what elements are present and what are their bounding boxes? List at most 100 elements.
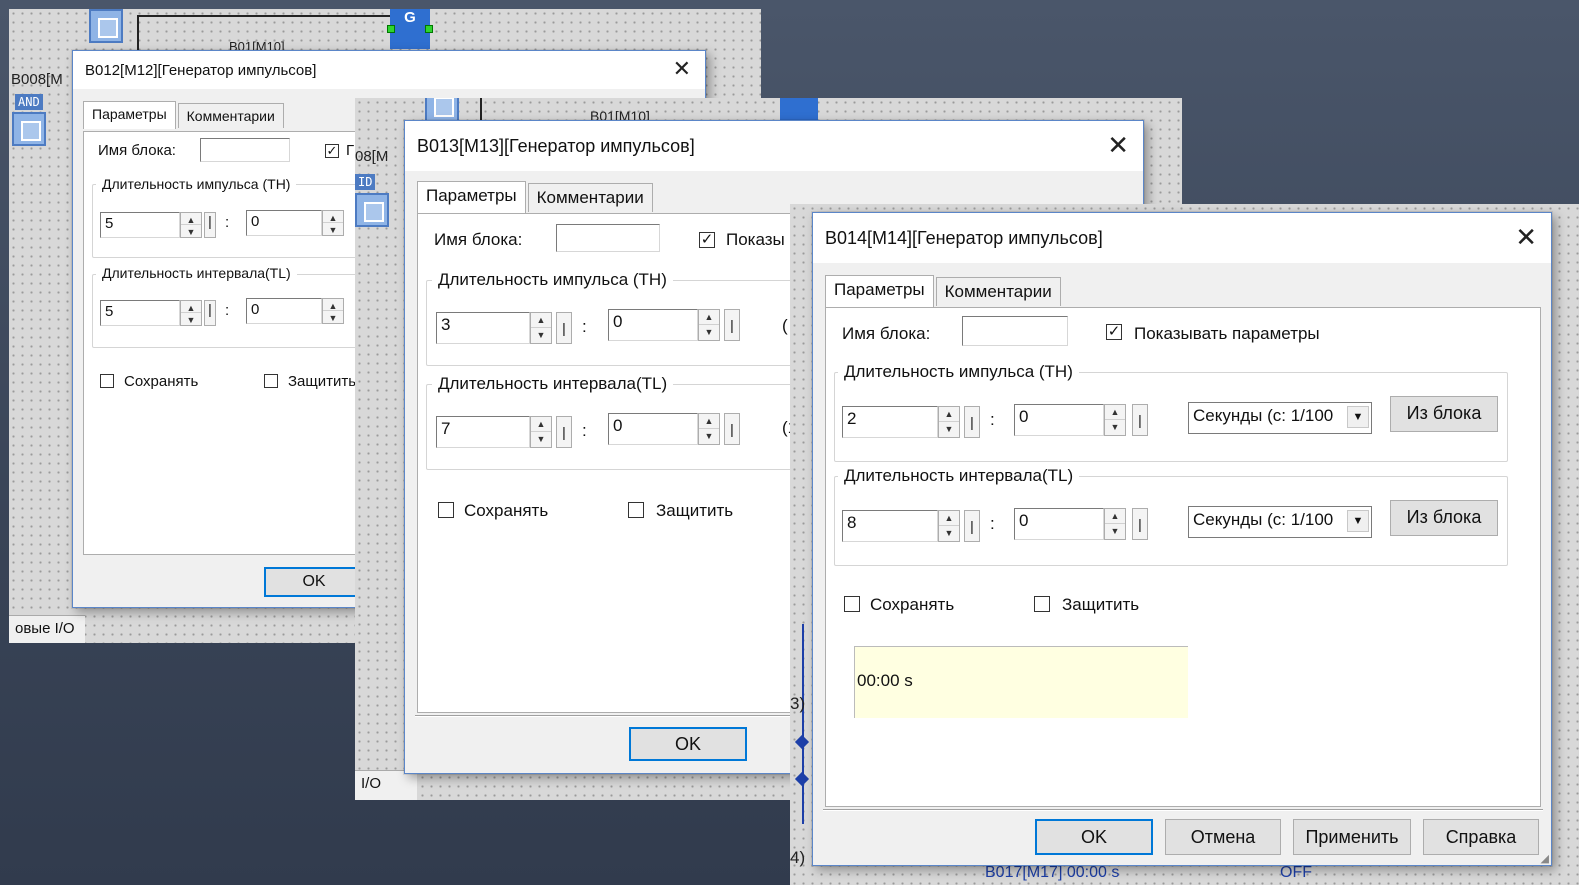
- block-name-input[interactable]: [200, 138, 290, 162]
- tab-parameters[interactable]: Параметры: [417, 181, 526, 213]
- pulse-pipe-button[interactable]: |: [556, 312, 572, 344]
- interval-from-block-button[interactable]: Из блока: [1390, 500, 1498, 536]
- function-block-icon[interactable]: [12, 112, 46, 146]
- interval-value-input[interactable]: 5: [100, 300, 180, 326]
- block-name-label: Имя блока:: [842, 324, 931, 343]
- pulse-fraction-pipe-button[interactable]: |: [724, 309, 740, 341]
- pulse-spinner-icon[interactable]: ▲ ▼: [938, 406, 960, 438]
- cancel-button[interactable]: Отмена: [1165, 819, 1281, 855]
- save-label: Сохранять: [870, 595, 955, 614]
- io-tab[interactable]: I/O: [355, 770, 417, 800]
- interval-fraction-spinner-icon[interactable]: ▲ ▼: [1104, 508, 1126, 540]
- apply-button[interactable]: Применить: [1293, 819, 1411, 855]
- block-name-input[interactable]: [962, 316, 1068, 346]
- dialog-title: B014[M14][Генератор импульсов]: [825, 227, 1103, 248]
- interval-pipe-button[interactable]: |: [204, 300, 216, 326]
- pulse-value-input[interactable]: 3: [436, 312, 530, 344]
- help-button[interactable]: Справка: [1423, 819, 1539, 855]
- protect-label: Защитить: [288, 373, 357, 390]
- interval-unit-value: Секунды (с: 1/100: [1193, 510, 1334, 529]
- dialog-b014[interactable]: B014[M14][Генератор импульсов] ✕ Парамет…: [812, 212, 1552, 866]
- connection-wire: [137, 15, 139, 55]
- save-checkbox[interactable]: [100, 374, 114, 388]
- pulse-fraction-spinner-icon[interactable]: ▲ ▼: [1104, 404, 1126, 436]
- function-block-icon[interactable]: [425, 98, 459, 122]
- chevron-down-icon[interactable]: ▼: [1347, 406, 1369, 428]
- button-separator: [823, 809, 1543, 811]
- show-params-checkbox[interactable]: ✓: [325, 144, 339, 158]
- io-tab[interactable]: овые I/O: [9, 615, 85, 643]
- chevron-down-icon[interactable]: ▼: [1347, 510, 1369, 532]
- interval-value-input[interactable]: 8: [842, 510, 938, 542]
- interval-spinner-icon[interactable]: ▲ ▼: [180, 300, 202, 326]
- pulse-value-input[interactable]: 2: [842, 406, 938, 438]
- pulse-spinner-icon[interactable]: ▲ ▼: [180, 212, 202, 238]
- function-block-icon[interactable]: [355, 193, 389, 227]
- interval-unit-select[interactable]: Секунды (с: 1/100 ▼: [1188, 506, 1372, 538]
- interval-fraction-input[interactable]: 0: [246, 298, 322, 324]
- ok-button[interactable]: OK: [264, 567, 364, 597]
- pulse-value-input[interactable]: 5: [100, 212, 180, 238]
- block-name-label: Имя блока:: [98, 142, 176, 159]
- pulse-from-block-button[interactable]: Из блока: [1390, 396, 1498, 432]
- parameters-panel: Имя блока: ✓ Показывать параметры Длител…: [825, 307, 1541, 807]
- tab-parameters[interactable]: Параметры: [825, 275, 934, 307]
- pulse-spinner-icon[interactable]: ▲ ▼: [530, 312, 552, 344]
- block-id-label: ID: [355, 174, 376, 190]
- close-icon[interactable]: ✕: [1515, 225, 1537, 251]
- interval-pipe-button[interactable]: |: [556, 416, 572, 448]
- protect-checkbox[interactable]: [628, 502, 644, 518]
- interval-pipe-button[interactable]: |: [964, 510, 980, 542]
- ok-button[interactable]: OK: [1035, 819, 1153, 855]
- pulse-unit-select[interactable]: Секунды (с: 1/100 ▼: [1188, 402, 1372, 434]
- title-bar[interactable]: B013[M13][Генератор импульсов] ✕: [405, 121, 1143, 171]
- show-params-checkbox[interactable]: ✓: [1106, 324, 1122, 340]
- selection-handle-icon[interactable]: [425, 25, 433, 33]
- pulse-pipe-button[interactable]: |: [204, 212, 216, 238]
- show-params-label: Г: [346, 142, 355, 159]
- generator-block-icon[interactable]: [780, 98, 818, 122]
- tab-strip: Параметры Комментарии: [825, 275, 1063, 307]
- interval-fraction-pipe-button[interactable]: |: [724, 413, 740, 445]
- title-bar[interactable]: B012[M12][Генератор импульсов] ✕: [73, 51, 705, 89]
- tab-comments[interactable]: Комментарии: [177, 103, 284, 128]
- pulse-fraction-spinner-icon[interactable]: ▲ ▼: [322, 210, 344, 236]
- pulse-fraction-input[interactable]: 0: [608, 309, 698, 341]
- resize-grip-icon[interactable]: ◢: [1541, 852, 1549, 865]
- interval-fraction-input[interactable]: 0: [1014, 508, 1104, 540]
- tab-comments[interactable]: Комментарии: [527, 183, 653, 212]
- pulse-unit-value: Секунды (с: 1/100: [1193, 406, 1334, 425]
- save-checkbox[interactable]: [438, 502, 454, 518]
- tab-parameters[interactable]: Параметры: [83, 101, 176, 129]
- generator-block-icon[interactable]: G: [390, 9, 430, 49]
- pulse-fraction-input[interactable]: 0: [246, 210, 322, 236]
- junction-dot-icon: [794, 734, 810, 750]
- close-icon[interactable]: ✕: [1107, 133, 1129, 159]
- status-label: OFF: [1280, 864, 1312, 881]
- selection-handle-icon[interactable]: [387, 25, 395, 33]
- pulse-fraction-spinner-icon[interactable]: ▲ ▼: [698, 309, 720, 341]
- interval-fraction-pipe-button[interactable]: |: [1132, 508, 1148, 540]
- tab-comments[interactable]: Комментарии: [935, 277, 1061, 306]
- ok-button[interactable]: OK: [629, 727, 747, 761]
- pulse-fraction-pipe-button[interactable]: |: [1132, 404, 1148, 436]
- pulse-pipe-button[interactable]: |: [964, 406, 980, 438]
- protect-checkbox[interactable]: [1034, 596, 1050, 612]
- interval-fraction-spinner-icon[interactable]: ▲ ▼: [322, 298, 344, 324]
- title-bar[interactable]: B014[M14][Генератор импульсов] ✕: [813, 213, 1551, 263]
- block-name-input[interactable]: [556, 224, 660, 252]
- save-checkbox[interactable]: [844, 596, 860, 612]
- interval-fraction-spinner-icon[interactable]: ▲ ▼: [698, 413, 720, 445]
- show-params-checkbox[interactable]: ✓: [699, 232, 715, 248]
- interval-spinner-icon[interactable]: ▲ ▼: [938, 510, 960, 542]
- close-icon[interactable]: ✕: [673, 59, 691, 81]
- interval-value-input[interactable]: 7: [436, 416, 530, 448]
- pulse-fraction-input[interactable]: 0: [1014, 404, 1104, 436]
- block-name-label: Имя блока:: [434, 230, 523, 249]
- interval-spinner-icon[interactable]: ▲ ▼: [530, 416, 552, 448]
- edge-mark: (: [782, 316, 788, 335]
- colon-separator: :: [582, 421, 587, 440]
- function-block-icon[interactable]: [89, 9, 123, 43]
- interval-fraction-input[interactable]: 0: [608, 413, 698, 445]
- protect-checkbox[interactable]: [264, 374, 278, 388]
